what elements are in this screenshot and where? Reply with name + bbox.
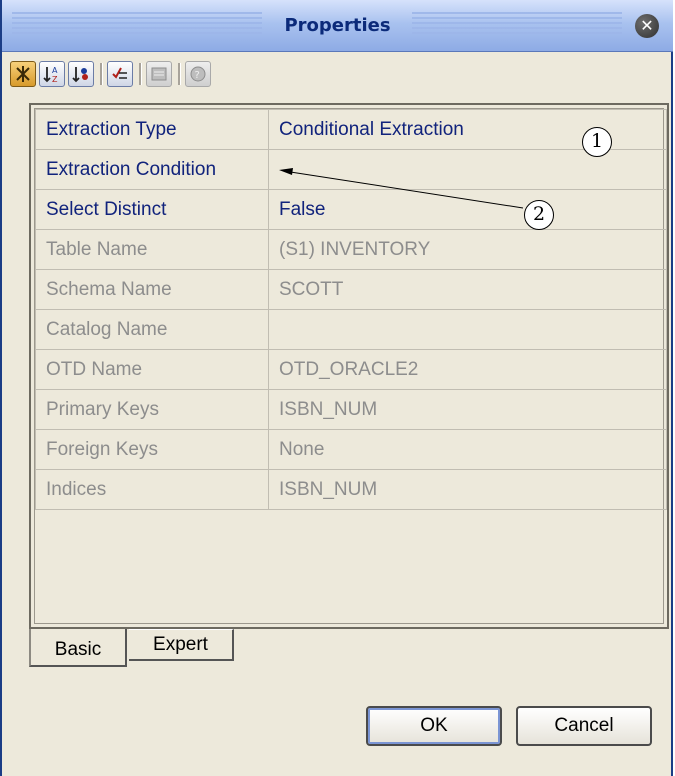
- property-value[interactable]: False: [268, 189, 667, 230]
- property-name: Catalog Name: [35, 309, 269, 350]
- property-row: Primary Keys ISBN_NUM: [35, 389, 667, 430]
- property-row: Indices ISBN_NUM: [35, 469, 667, 510]
- property-value[interactable]: [268, 149, 667, 190]
- property-row: OTD Name OTD_ORACLE2: [35, 349, 667, 390]
- property-name: Foreign Keys: [35, 429, 269, 470]
- property-value: ISBN_NUM: [268, 469, 667, 510]
- close-icon[interactable]: ✕: [635, 14, 659, 38]
- categorized-view-icon[interactable]: [10, 61, 36, 87]
- property-sheet: Extraction Type Conditional Extraction Ext…: [29, 103, 669, 629]
- tab-basic[interactable]: Basic: [29, 629, 127, 667]
- property-name: Extraction Condition: [35, 149, 269, 190]
- property-row: Foreign Keys None: [35, 429, 667, 470]
- property-value: [268, 309, 667, 350]
- property-table: Extraction Type Conditional Extraction Ext…: [35, 109, 667, 510]
- sort-alphabetical-icon[interactable]: AZ: [39, 61, 65, 87]
- property-row: Catalog Name: [35, 309, 667, 350]
- property-value: (S1) INVENTORY: [268, 229, 667, 270]
- property-row[interactable]: Select Distinct False: [35, 189, 667, 230]
- callout-2: 2: [524, 200, 554, 230]
- property-value: SCOTT: [268, 269, 667, 310]
- property-name: Extraction Type: [35, 109, 269, 150]
- property-value: OTD_ORACLE2: [268, 349, 667, 390]
- svg-text:Z: Z: [52, 75, 58, 83]
- properties-dialog: Properties ✕ AZ ? Extraction Type Conditi…: [0, 0, 673, 776]
- property-row[interactable]: Extraction Condition: [35, 149, 667, 190]
- callout-1: 1: [582, 127, 612, 157]
- svg-text:A: A: [52, 66, 58, 75]
- property-name: OTD Name: [35, 349, 269, 390]
- property-name: Table Name: [35, 229, 269, 270]
- sort-by-category-icon[interactable]: [68, 61, 94, 87]
- property-row: Table Name (S1) INVENTORY: [35, 229, 667, 270]
- cancel-button[interactable]: Cancel: [516, 706, 652, 746]
- dialog-title: Properties: [284, 15, 391, 36]
- help-icon: ?: [185, 61, 211, 87]
- property-row: Schema Name SCOTT: [35, 269, 667, 310]
- property-value: ISBN_NUM: [268, 389, 667, 430]
- property-name: Primary Keys: [35, 389, 269, 430]
- tab-strip: Basic Expert: [29, 629, 329, 667]
- property-row[interactable]: Extraction Type Conditional Extraction: [35, 109, 667, 150]
- show-description-icon[interactable]: [107, 61, 133, 87]
- property-name: Indices: [35, 469, 269, 510]
- svg-text:?: ?: [195, 70, 200, 81]
- title-bar[interactable]: Properties ✕: [2, 0, 673, 52]
- property-grid: Extraction Type Conditional Extraction Ext…: [34, 108, 667, 624]
- property-name: Select Distinct: [35, 189, 269, 230]
- property-value: None: [268, 429, 667, 470]
- property-name: Schema Name: [35, 269, 269, 310]
- toolbar-separator: [178, 63, 181, 85]
- ok-button[interactable]: OK: [366, 706, 502, 746]
- toolbar: AZ ?: [2, 52, 673, 100]
- tab-expert[interactable]: Expert: [129, 629, 234, 661]
- toolbar-separator: [139, 63, 142, 85]
- toolbar-separator: [100, 63, 103, 85]
- property-editor-icon: [146, 61, 172, 87]
